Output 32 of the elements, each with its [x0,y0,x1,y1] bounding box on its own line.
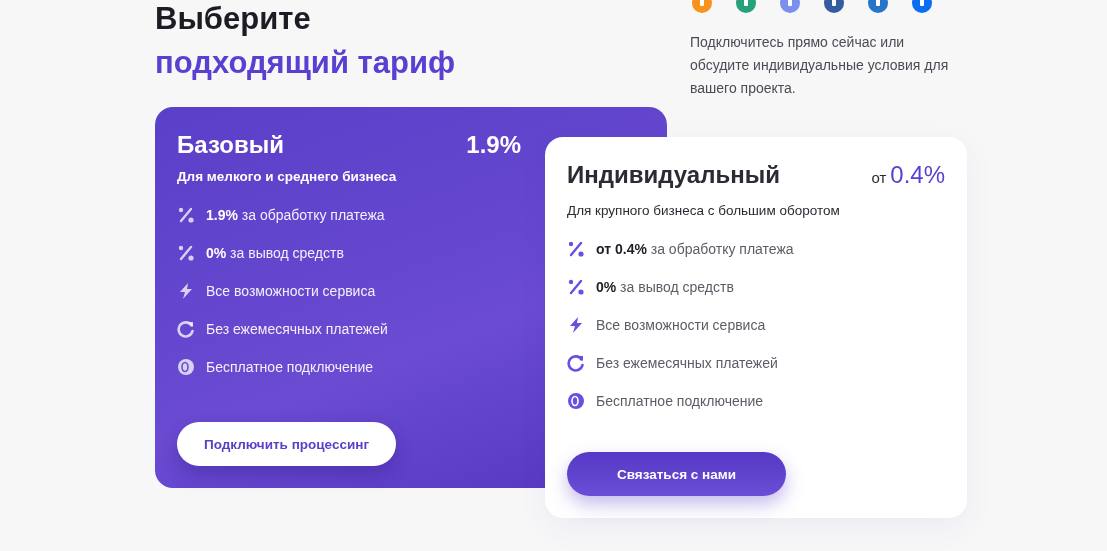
percent-icon [177,206,195,224]
percent-icon [567,240,585,258]
feature-text: Бесплатное подключение [596,393,764,409]
plan-price: 1.9% [466,131,521,159]
refresh-icon [567,354,585,372]
feature-text: Все возможности сервиса [206,283,376,299]
heading-line: подходящий тариф [155,44,457,82]
refresh-icon [177,320,195,338]
feature-text: Без ежемесячных платежей [596,355,778,371]
feature-text: 1.9% за обработку платежа [206,207,385,223]
plan-button[interactable]: Связаться с нами [567,452,786,496]
coin-icon [567,392,585,410]
plan-subtitle: Для мелкого и среднего бизнеса [177,169,398,184]
plan-price: 0.4% [890,161,945,189]
feature-text: Без ежемесячных платежей [206,321,388,337]
feature-text: от 0.4% за обработку платежа [596,241,794,257]
intro-text: Подключитесь прямо сейчас или обсудите индивидуальные условия для вашего проекта. [690,33,950,98]
feature-text: 0% за вывод средств [596,279,734,295]
feature-text: 0% за вывод средств [206,245,344,261]
feature-text: Все возможности сервиса [596,317,766,333]
plan-button[interactable]: Подключить процессинг [177,422,396,466]
feature-text: Бесплатное подключение [206,359,374,375]
heading-line: Выберите [155,0,312,38]
plan-subtitle: Для крупного бизнеса с большим оборотом [567,203,841,218]
percent-icon [567,278,585,296]
plan-name: Базовый [177,131,284,159]
coin-icon [177,358,195,376]
percent-icon [177,244,195,262]
price-prefix: от [871,169,887,186]
lightning-icon [567,316,585,334]
lightning-icon [177,282,195,300]
plan-name: Индивидуальный [567,161,780,189]
